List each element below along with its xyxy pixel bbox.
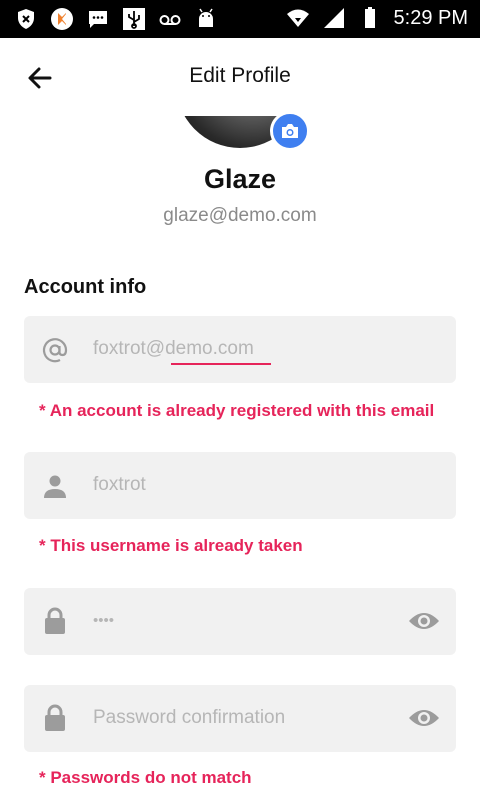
message-icon (89, 11, 107, 28)
profile-name: Glaze (203, 164, 277, 194)
app-header: Edit Profile (0, 38, 480, 116)
at-icon (42, 338, 68, 363)
shield-x-icon (18, 9, 34, 29)
username-error: * This username is already taken (39, 536, 303, 555)
section-title-account-info: Account info (24, 276, 147, 298)
email-error: * An account is already registered with … (39, 401, 435, 420)
signal-icon (323, 8, 344, 28)
k-app-icon (51, 8, 73, 30)
password-confirmation-error: * Passwords do not match (39, 768, 252, 787)
voicemail-icon (159, 15, 181, 25)
camera-button[interactable] (270, 111, 310, 151)
clock: 5:29 PM (393, 6, 468, 29)
email-input-value: foxtrot@demo.com (93, 338, 254, 359)
lock-icon (45, 607, 65, 634)
eye-icon[interactable] (408, 706, 440, 730)
eye-icon[interactable] (408, 609, 440, 633)
email-field[interactable]: foxtrot@demo.com (24, 316, 456, 383)
profile-email: glaze@demo.com (163, 205, 317, 226)
camera-icon (282, 124, 298, 138)
battery-icon (364, 7, 375, 28)
lock-icon (45, 704, 65, 731)
status-bar: 5:29 PM (0, 0, 480, 38)
password-confirmation-field[interactable]: Password confirmation (24, 685, 456, 752)
page-title: Edit Profile (189, 64, 291, 87)
usb-icon (123, 8, 145, 30)
person-icon (44, 475, 66, 498)
username-input-value: foxtrot (93, 474, 146, 495)
password-field[interactable]: •••• (24, 588, 456, 655)
android-icon (199, 8, 213, 27)
spellcheck-underline (171, 363, 271, 365)
wifi-icon (286, 9, 309, 27)
password-input-value: •••• (93, 612, 115, 629)
username-field[interactable]: foxtrot (24, 452, 456, 519)
password-confirmation-placeholder: Password confirmation (93, 707, 286, 728)
